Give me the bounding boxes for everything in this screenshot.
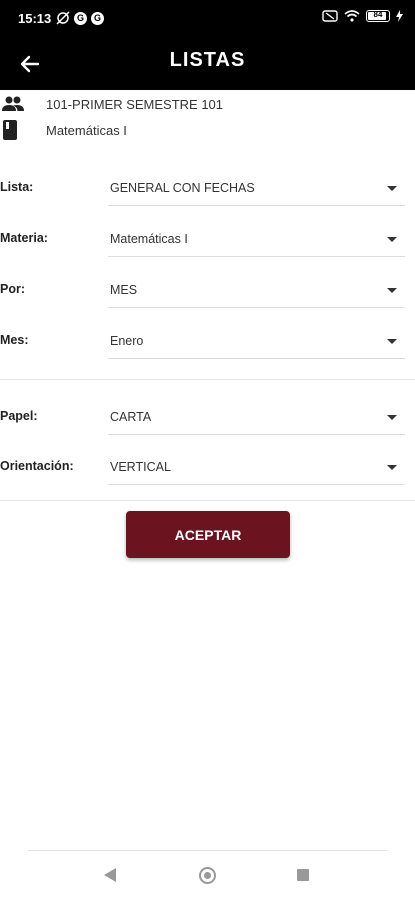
section-divider-2 xyxy=(0,500,415,501)
book-icon xyxy=(0,120,36,140)
group-icon xyxy=(0,96,36,112)
app-notification-icon-2: G xyxy=(91,11,104,25)
papel-label: Papel: xyxy=(0,409,38,423)
status-system-icons: 84 xyxy=(322,10,403,22)
page-title: LISTAS xyxy=(169,49,246,71)
lista-value: GENERAL CON FECHAS xyxy=(110,181,255,195)
subject-name: Matemáticas I xyxy=(46,122,127,138)
nav-back-icon[interactable] xyxy=(104,868,116,882)
mes-value: Enero xyxy=(110,334,144,348)
group-name: 101-PRIMER SEMESTRE 101 xyxy=(46,96,224,112)
lista-label: Lista: xyxy=(0,180,34,194)
mes-label: Mes: xyxy=(0,333,29,347)
dropdown-caret-icon xyxy=(387,339,397,344)
app-bar: LISTAS xyxy=(0,38,415,90)
por-row: Por: MES xyxy=(0,270,405,310)
battery-icon: 84 xyxy=(366,10,390,22)
status-notification-icons: G G xyxy=(56,11,104,25)
system-nav-bar xyxy=(0,850,415,900)
orientacion-value: VERTICAL xyxy=(110,460,171,474)
nav-home-icon[interactable] xyxy=(199,867,216,884)
mes-dropdown[interactable]: Enero xyxy=(108,325,405,359)
lista-row: Lista: GENERAL CON FECHAS xyxy=(0,168,405,208)
charging-bolt-icon xyxy=(396,10,403,22)
nav-recents-icon[interactable] xyxy=(297,869,309,881)
materia-label: Materia: xyxy=(0,231,48,245)
materia-value: Matemáticas I xyxy=(110,232,188,246)
group-info: 101-PRIMER SEMESTRE 101 xyxy=(0,92,223,116)
orientacion-dropdown[interactable]: VERTICAL xyxy=(108,451,405,485)
materia-dropdown[interactable]: Matemáticas I xyxy=(108,223,405,257)
dropdown-caret-icon xyxy=(387,237,397,242)
dropdown-caret-icon xyxy=(387,465,397,470)
wifi-icon xyxy=(344,10,360,22)
app-notification-icon: G xyxy=(74,11,87,25)
status-time: 15:13 xyxy=(18,11,52,26)
status-bar: 15:13 G G 84 xyxy=(0,0,415,38)
papel-row: Papel: CARTA xyxy=(0,397,405,437)
battery-level: 84 xyxy=(373,10,383,19)
mes-row: Mes: Enero xyxy=(0,321,405,361)
por-value: MES xyxy=(110,283,138,297)
por-label: Por: xyxy=(0,282,25,296)
section-divider xyxy=(0,379,415,380)
nav-divider xyxy=(28,850,387,851)
accept-button[interactable]: ACEPTAR xyxy=(126,511,290,558)
dropdown-caret-icon xyxy=(387,186,397,191)
papel-value: CARTA xyxy=(110,410,152,424)
dropdown-caret-icon xyxy=(387,415,397,420)
sync-off-icon xyxy=(56,11,70,25)
por-dropdown[interactable]: MES xyxy=(108,274,405,308)
orientacion-row: Orientación: VERTICAL xyxy=(0,447,405,487)
dropdown-caret-icon xyxy=(387,288,397,293)
orientacion-label: Orientación: xyxy=(0,459,74,473)
lista-dropdown[interactable]: GENERAL CON FECHAS xyxy=(108,172,405,206)
sim-icon xyxy=(322,10,338,22)
papel-dropdown[interactable]: CARTA xyxy=(108,401,405,435)
materia-row: Materia: Matemáticas I xyxy=(0,219,405,259)
subject-info: Matemáticas I xyxy=(0,118,127,142)
